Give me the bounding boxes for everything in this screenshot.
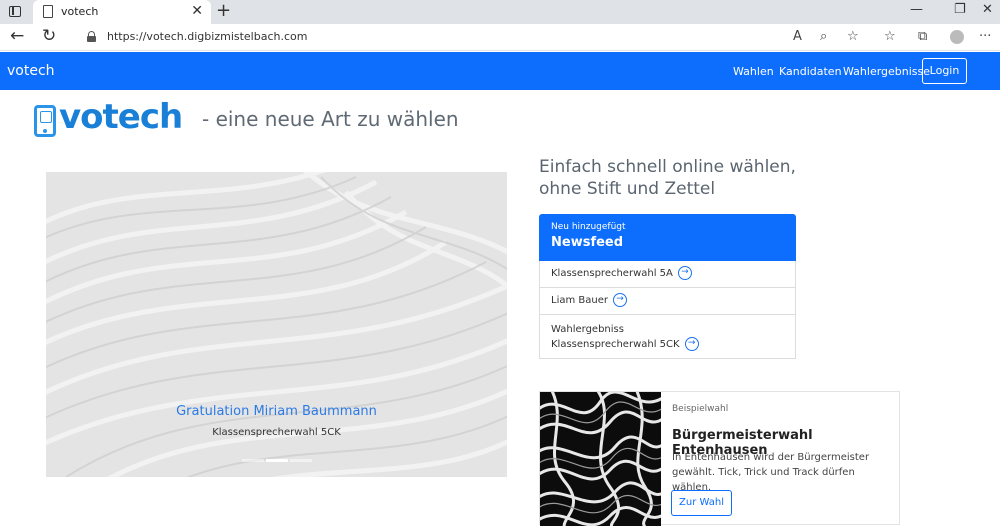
card-text: In Entenhausen wird der Bürgermeister ge… <box>672 452 870 493</box>
address-bar[interactable]: https://votech.digbizmistelbach.com <box>73 26 873 49</box>
headline-line-2: ohne Stift und Zettel <box>539 179 716 199</box>
carousel-indicator[interactable] <box>242 459 264 462</box>
card-image <box>540 392 661 526</box>
arrow-right-circle-icon[interactable]: → <box>684 337 699 351</box>
carousel[interactable]: Gratulation Miriam Baummann Klassensprec… <box>46 172 507 477</box>
profile-avatar[interactable] <box>950 30 964 44</box>
tagline: - eine neue Art zu wählen <box>202 107 459 131</box>
minimize-icon[interactable]: — <box>910 2 923 17</box>
browser-tab[interactable]: votech ✕ <box>33 0 211 24</box>
headline: Einfach schnell online wählen, ohne Stif… <box>539 156 796 200</box>
newsfeed-item-label: Klassensprecherwahl 5A <box>551 268 673 279</box>
carousel-caption-subtitle: Klassensprecherwahl 5CK <box>212 427 341 438</box>
page-icon <box>43 5 53 18</box>
nav-link-kandidaten[interactable]: Kandidaten <box>779 65 842 78</box>
nav-link-wahlergebnisse[interactable]: Wahlergebnisse <box>843 65 930 78</box>
carousel-caption-title: Gratulation Miriam Baummann <box>176 404 377 419</box>
navbar-brand[interactable]: votech <box>7 63 55 79</box>
newsfeed-subheading: Neu hinzugefügt <box>551 222 626 232</box>
nav-link-wahlen[interactable]: Wahlen <box>733 65 774 78</box>
carousel-indicator[interactable] <box>290 459 312 462</box>
zoom-icon[interactable]: ⌕ <box>820 29 827 44</box>
collections-icon[interactable]: ⧉ <box>918 29 927 44</box>
read-aloud-icon[interactable]: A <box>793 29 802 44</box>
window-menu-icon[interactable] <box>9 6 21 17</box>
arrow-right-circle-icon[interactable]: → <box>677 266 692 280</box>
election-card: Beispielwahl Bürgermeisterwahl Entenhaus… <box>539 391 900 526</box>
logo-text: votech <box>59 97 183 137</box>
newsfeed-item[interactable]: Liam Bauer → <box>539 288 796 315</box>
newsfeed-item-label: Klassensprecherwahl 5CK <box>551 339 680 350</box>
maximize-icon[interactable]: ❐ <box>954 2 966 17</box>
favorites-icon[interactable]: ☆ <box>884 29 896 44</box>
favorite-add-icon[interactable]: ☆ <box>847 29 859 44</box>
close-window-icon[interactable]: ✕ <box>982 2 993 17</box>
login-button[interactable]: Login <box>922 58 967 84</box>
newsfeed: Neu hinzugefügt Newsfeed Klassensprecher… <box>539 214 796 359</box>
card-label: Beispielwahl <box>672 404 729 414</box>
arrow-right-circle-icon[interactable]: → <box>613 293 627 307</box>
browser-tab-bar: votech ✕ + — ❐ ✕ <box>0 0 1000 24</box>
back-arrow-icon[interactable]: ← <box>10 26 24 46</box>
new-tab-button[interactable]: + <box>216 0 231 21</box>
reload-icon[interactable]: ↻ <box>42 26 56 46</box>
browser-toolbar: ← ↻ https://votech.digbizmistelbach.com … <box>0 24 1000 51</box>
newsfeed-item-label: Liam Bauer <box>551 295 608 306</box>
lock-icon <box>87 31 96 42</box>
url-text: https://votech.digbizmistelbach.com <box>107 30 308 43</box>
newsfeed-item-label: Wahlergebniss <box>551 324 624 335</box>
tab-close-icon[interactable]: ✕ <box>191 3 203 19</box>
zur-wahl-button[interactable]: Zur Wahl <box>671 490 732 516</box>
site-navbar: votech Wahlen Kandidaten Wahlergebnisse <box>0 52 1000 90</box>
more-options-icon[interactable]: ··· <box>979 29 991 44</box>
phone-vote-icon <box>34 105 56 137</box>
headline-line-1: Einfach schnell online wählen, <box>539 157 796 177</box>
newsfeed-item[interactable]: Wahlergebniss Klassensprecherwahl 5CK → <box>539 315 796 359</box>
newsfeed-header: Neu hinzugefügt Newsfeed <box>539 214 796 261</box>
tab-title: votech <box>61 5 99 18</box>
newsfeed-title: Newsfeed <box>551 235 624 250</box>
newsfeed-item[interactable]: Klassensprecherwahl 5A → <box>539 261 796 288</box>
carousel-indicator-active[interactable] <box>266 459 288 462</box>
